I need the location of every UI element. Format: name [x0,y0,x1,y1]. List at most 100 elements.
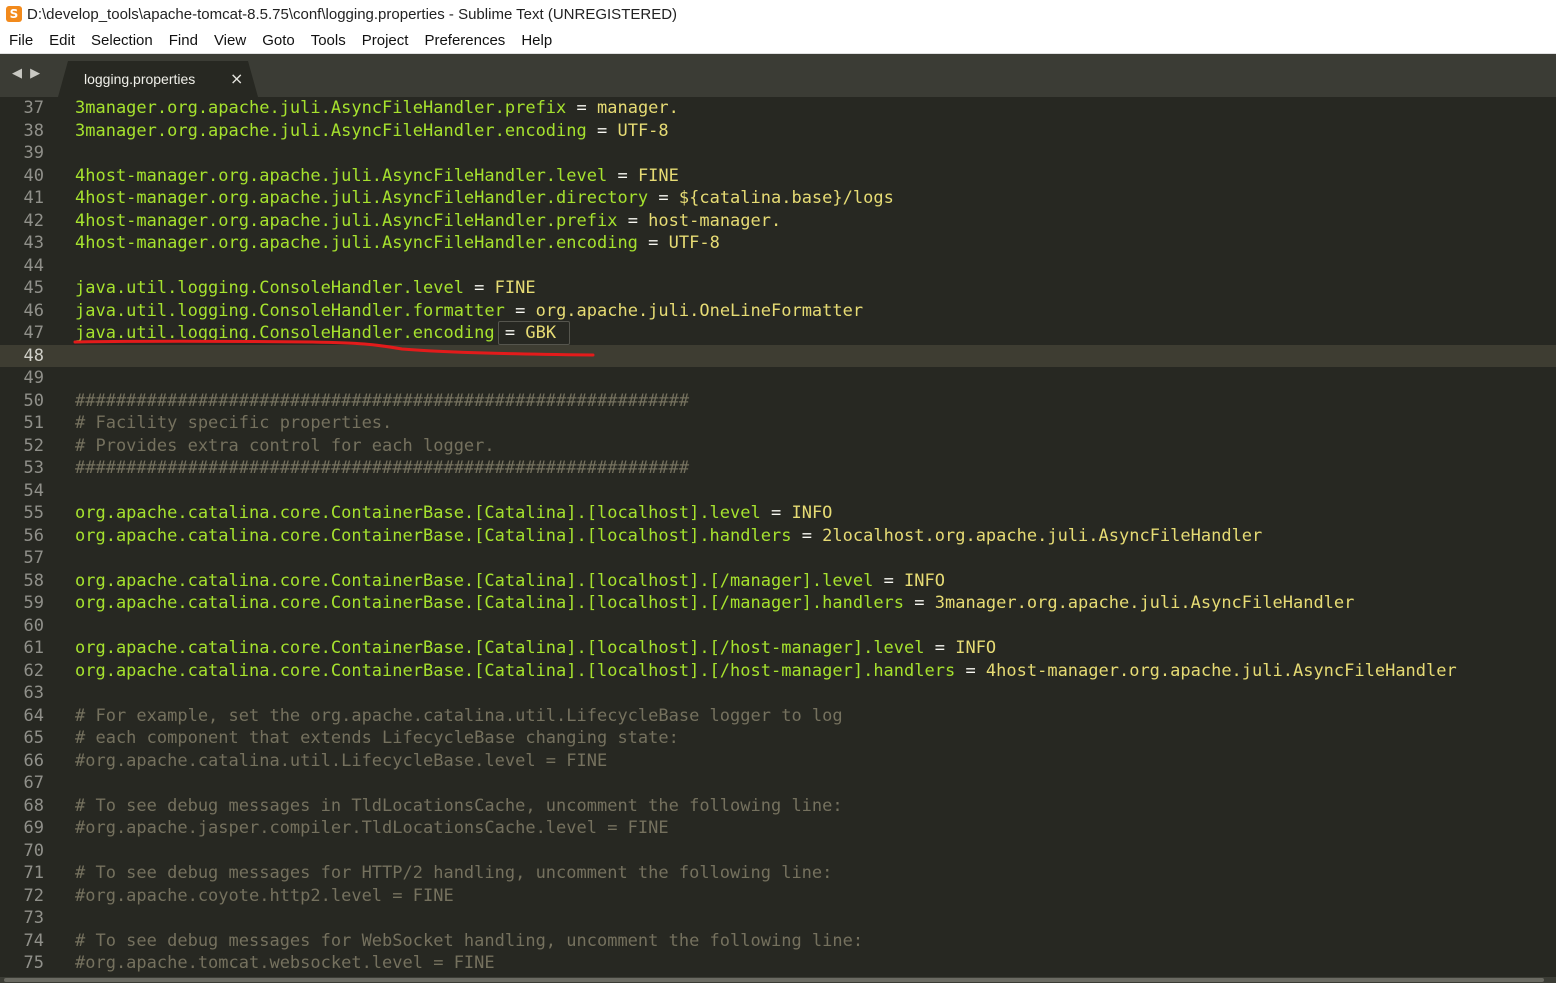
code-line[interactable]: 67 [0,772,1556,795]
comment-text: #org.apache.tomcat.websocket.level = FIN… [75,953,495,973]
line-content: 4host-manager.org.apache.juli.AsyncFileH… [75,210,781,233]
code-line[interactable]: 43 4host-manager.org.apache.juli.AsyncFil… [0,232,1556,255]
code-line[interactable]: 58 org.apache.catalina.core.ContainerBase… [0,570,1556,593]
property-key: java.util.logging.ConsoleHandler.level [75,278,464,298]
menu-view[interactable]: View [206,28,254,53]
comment-text: ########################################… [75,458,690,478]
code-line[interactable]: 62 org.apache.catalina.core.ContainerBase… [0,660,1556,683]
property-key: org.apache.catalina.core.ContainerBase.[… [75,570,874,591]
code-line[interactable]: 44 [0,255,1556,278]
menu-find[interactable]: Find [161,28,206,53]
code-line[interactable]: 69 #org.apache.jasper.compiler.TldLocatio… [0,817,1556,840]
line-content: 4host-manager.org.apache.juli.AsyncFileH… [75,187,894,210]
property-value: 4host-manager.org.apache.juli.AsyncFileH… [985,660,1457,681]
code-line[interactable]: 70 [0,840,1556,863]
line-number: 74 [23,930,44,951]
line-number: 51 [23,413,44,433]
tab-logging-properties[interactable]: logging.properties × [58,61,258,97]
property-value: 3manager.org.apache.juli.AsyncFileHandle… [934,593,1355,613]
arrow-right-icon[interactable]: ▶ [30,66,42,81]
code-line[interactable]: 73 [0,907,1556,930]
comment-text: # Provides extra control for each logger… [75,435,495,456]
code-editor[interactable]: 37 3manager.org.apache.juli.AsyncFileHand… [0,97,1556,977]
comment-text: # To see debug messages in TldLocationsC… [75,795,843,816]
menu-preferences[interactable]: Preferences [416,28,513,53]
equals-operator: = [955,660,986,681]
code-line[interactable]: 74 # To see debug messages for WebSocket … [0,930,1556,953]
menu-file[interactable]: File [0,28,41,53]
code-line[interactable]: 68 # To see debug messages in TldLocation… [0,795,1556,818]
code-line[interactable]: 75 #org.apache.tomcat.websocket.level = F… [0,952,1556,975]
equals-operator: = [504,300,536,321]
line-number: 64 [23,705,44,726]
code-line[interactable]: 41 4host-manager.org.apache.juli.AsyncFil… [0,187,1556,210]
code-line[interactable]: 64 # For example, set the org.apache.cata… [0,705,1556,728]
line-number: 59 [23,593,44,613]
code-line[interactable]: 52 # Provides extra control for each logg… [0,435,1556,458]
equals-operator: = [904,593,935,613]
line-number: 61 [23,638,44,658]
line-number: 49 [23,368,44,388]
sublime-logo-icon: S [6,6,22,22]
code-line[interactable]: 54 [0,480,1556,503]
close-icon[interactable]: × [230,69,243,88]
code-line[interactable]: 57 [0,547,1556,570]
line-number: 67 [23,773,44,793]
code-line[interactable]: 59 org.apache.catalina.core.ContainerBase… [0,592,1556,615]
equals-operator: = [924,638,956,658]
code-line[interactable]: 45 java.util.logging.ConsoleHandler.level… [0,277,1556,300]
property-value: org.apache.juli.OneLineFormatter [535,300,864,321]
code-line[interactable]: 72 #org.apache.coyote.http2.level = FINE [0,885,1556,908]
selection-highlight [498,321,570,345]
menu-tools[interactable]: Tools [303,28,354,53]
code-line[interactable]: 71 # To see debug messages for HTTP/2 han… [0,862,1556,885]
code-line[interactable]: 61 org.apache.catalina.core.ContainerBase… [0,637,1556,660]
code-line[interactable]: 40 4host-manager.org.apache.juli.AsyncFil… [0,165,1556,188]
menu-bar: File Edit Selection Find View Goto Tools… [0,28,1556,54]
code-line[interactable]: 50 ######################################… [0,390,1556,413]
code-line[interactable]: 65 # each component that extends Lifecycl… [0,727,1556,750]
scrollbar-thumb[interactable] [4,978,1544,982]
comment-text: ########################################… [75,390,690,411]
menu-selection[interactable]: Selection [83,28,161,53]
code-line[interactable]: 60 [0,615,1556,638]
line-content: # Facility specific properties. [75,412,392,435]
code-line[interactable]: 56 org.apache.catalina.core.ContainerBase… [0,525,1556,548]
property-key: org.apache.catalina.core.ContainerBase.[… [75,525,792,546]
code-line[interactable]: 51 # Facility specific properties. [0,412,1556,435]
property-key: org.apache.catalina.core.ContainerBase.[… [75,638,925,658]
code-line[interactable]: 47 java.util.logging.ConsoleHandler.encod… [0,321,1556,345]
property-value: INFO [904,570,945,591]
property-key: 4host-manager.org.apache.juli.AsyncFileH… [75,165,608,186]
menu-goto[interactable]: Goto [254,28,303,53]
line-number: 42 [23,210,44,231]
property-value: host-manager. [648,210,782,231]
menu-project[interactable]: Project [354,28,417,53]
equals-operator: = [791,525,823,546]
line-number: 57 [23,548,44,568]
horizontal-scrollbar[interactable] [0,977,1556,983]
line-number: 75 [23,953,44,973]
menu-help[interactable]: Help [513,28,560,53]
property-key: 3manager.org.apache.juli.AsyncFileHandle… [75,98,567,118]
code-line[interactable]: 66 #org.apache.catalina.util.LifecycleBas… [0,750,1556,773]
equals-operator: = [607,165,638,186]
code-line[interactable]: 53 ######################################… [0,457,1556,480]
comment-text: # each component that extends LifecycleB… [75,728,679,748]
equals-operator: = [617,210,649,231]
code-line[interactable]: 39 [0,142,1556,165]
code-line[interactable]: 38 3manager.org.apache.juli.AsyncFileHand… [0,120,1556,143]
line-content: java.util.logging.ConsoleHandler.formatt… [75,300,863,323]
line-number: 48 [23,345,44,366]
line-number: 54 [23,480,44,501]
code-line[interactable]: 49 [0,367,1556,390]
arrow-left-icon[interactable]: ◀ [12,66,24,81]
code-line[interactable]: 37 3manager.org.apache.juli.AsyncFileHand… [0,97,1556,120]
code-line[interactable]: 42 4host-manager.org.apache.juli.AsyncFil… [0,210,1556,233]
code-line[interactable]: 55 org.apache.catalina.core.ContainerBase… [0,502,1556,525]
code-line[interactable]: 46 java.util.logging.ConsoleHandler.forma… [0,300,1556,323]
code-line[interactable]: 48 [0,344,1556,367]
line-number: 66 [23,750,44,771]
menu-edit[interactable]: Edit [41,28,83,53]
code-line[interactable]: 63 [0,682,1556,705]
